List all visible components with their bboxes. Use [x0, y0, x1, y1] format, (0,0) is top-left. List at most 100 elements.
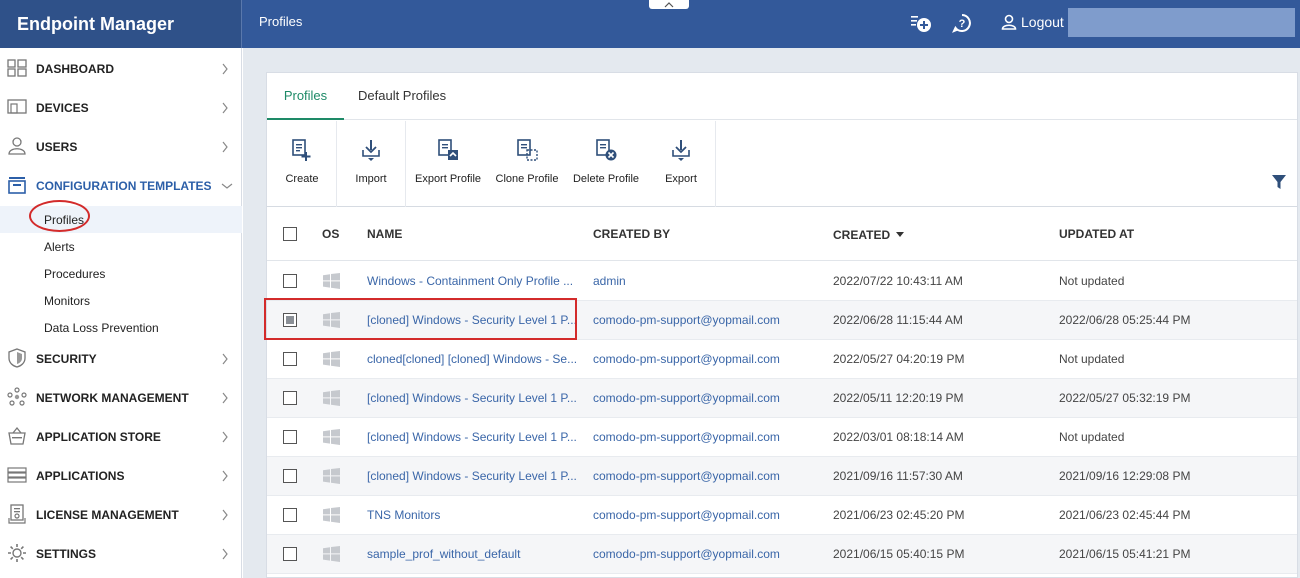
- sidebar-item-license-management[interactable]: LICENSE MANAGEMENT: [0, 495, 242, 534]
- tab-profiles[interactable]: Profiles: [267, 73, 344, 120]
- chevron-right-icon: [222, 353, 228, 365]
- row-checkbox[interactable]: [283, 430, 297, 444]
- chevron-right-icon: [222, 102, 228, 114]
- updated-date: 2021/09/16 12:29:08 PM: [1059, 469, 1191, 483]
- row-checkbox[interactable]: [283, 508, 297, 522]
- table-row[interactable]: TNS Monitors comodo-pm-support@yopmail.co…: [267, 496, 1297, 535]
- sidebar-subitem-monitors[interactable]: Monitors: [0, 287, 242, 314]
- created-by-link[interactable]: admin: [593, 262, 626, 300]
- clone-profile-button[interactable]: Clone Profile: [493, 121, 561, 207]
- sidebar-subitem-alerts[interactable]: Alerts: [0, 233, 242, 260]
- row-checkbox[interactable]: [283, 313, 297, 327]
- sidebar-item-application-store[interactable]: APPLICATION STORE: [0, 417, 242, 456]
- profile-name-link[interactable]: [cloned] Windows - Security Level 1 P...: [367, 301, 577, 339]
- chevron-right-icon: [222, 392, 228, 404]
- table-row[interactable]: [cloned] Windows - Security Level 1 P...…: [267, 457, 1297, 496]
- import-button[interactable]: Import: [346, 121, 396, 207]
- table-row[interactable]: sample_prof_without_default comodo-pm-sup…: [267, 535, 1297, 574]
- created-by-link[interactable]: comodo-pm-support@yopmail.com: [593, 379, 780, 417]
- updated-date: 2022/06/28 05:25:44 PM: [1059, 313, 1191, 327]
- table-row[interactable]: cloned[cloned] [cloned] Windows - Se... c…: [267, 340, 1297, 379]
- toolbar-divider: [336, 121, 337, 207]
- column-created-by[interactable]: CREATED BY: [593, 208, 670, 261]
- sidebar-item-label: CONFIGURATION TEMPLATES: [36, 178, 212, 193]
- sidebar-item-applications[interactable]: APPLICATIONS: [0, 456, 242, 495]
- export-button[interactable]: Export: [656, 121, 706, 207]
- export-profile-button[interactable]: Export Profile: [413, 121, 483, 207]
- toolbar-divider: [715, 121, 716, 207]
- column-updated-at[interactable]: UPDATED AT: [1059, 208, 1134, 261]
- users-icon: [7, 136, 27, 156]
- logout-button[interactable]: Logout: [1001, 0, 1064, 44]
- sidebar-item-security[interactable]: SECURITY: [0, 339, 242, 378]
- tab-default-profiles[interactable]: Default Profiles: [358, 73, 446, 120]
- created-date: 2022/03/01 08:18:14 AM: [833, 430, 964, 444]
- row-checkbox[interactable]: [283, 391, 297, 405]
- license-icon: [7, 504, 27, 524]
- sidebar-subitem-profiles[interactable]: Profiles: [0, 206, 242, 233]
- collapse-header-button[interactable]: [649, 0, 689, 9]
- windows-icon: [323, 351, 340, 367]
- created-by-link[interactable]: comodo-pm-support@yopmail.com: [593, 301, 780, 339]
- table-row[interactable]: Windows - Containment Only Profile ... ad…: [267, 262, 1297, 301]
- row-checkbox[interactable]: [283, 274, 297, 288]
- sidebar-item-dashboard[interactable]: DASHBOARD: [0, 49, 242, 88]
- profile-name-link[interactable]: Windows - Containment Only Profile ...: [367, 262, 573, 300]
- profile-name-link[interactable]: sample_prof_without_default: [367, 535, 520, 573]
- row-checkbox[interactable]: [283, 547, 297, 561]
- add-notification-button[interactable]: [910, 12, 932, 34]
- select-all-checkbox[interactable]: [283, 227, 297, 241]
- row-checkbox[interactable]: [283, 469, 297, 483]
- sidebar-item-network-management[interactable]: NETWORK MANAGEMENT: [0, 378, 242, 417]
- app-title[interactable]: Endpoint Manager: [0, 0, 242, 48]
- column-name[interactable]: NAME: [367, 208, 402, 261]
- sidebar-item-users[interactable]: USERS: [0, 127, 242, 166]
- created-by-link[interactable]: comodo-pm-support@yopmail.com: [593, 340, 780, 378]
- table-row[interactable]: [cloned] Windows - Security Level 1 P...…: [267, 379, 1297, 418]
- notification-add-icon: [911, 16, 931, 32]
- sidebar-item-label: DEVICES: [36, 100, 89, 115]
- sidebar-item-label: APPLICATIONS: [36, 468, 125, 483]
- export-profile-icon: [436, 137, 460, 163]
- table-row[interactable]: [cloned] Windows - Security Level 1 P...…: [267, 418, 1297, 457]
- chevron-right-icon: [222, 509, 228, 521]
- store-icon: [7, 426, 27, 446]
- profile-name-link[interactable]: [cloned] Windows - Security Level 1 P...: [367, 457, 577, 495]
- logout-label: Logout: [1021, 14, 1064, 30]
- profile-name-link[interactable]: TNS Monitors: [367, 496, 440, 534]
- column-created-label: CREATED: [833, 227, 891, 242]
- export-profile-label: Export Profile: [414, 173, 482, 185]
- chevron-right-icon: [222, 63, 228, 75]
- sidebar-item-devices[interactable]: DEVICES: [0, 88, 242, 127]
- help-icon: ?: [952, 14, 971, 33]
- sidebar-item-label: NETWORK MANAGEMENT: [36, 390, 189, 405]
- profile-name-link[interactable]: cloned[cloned] [cloned] Windows - Se...: [367, 340, 577, 378]
- created-by-link[interactable]: comodo-pm-support@yopmail.com: [593, 535, 780, 573]
- sidebar-item-settings[interactable]: SETTINGS: [0, 534, 242, 573]
- profile-name-link[interactable]: [cloned] Windows - Security Level 1 P...: [367, 418, 577, 456]
- column-os[interactable]: OS: [322, 208, 339, 261]
- column-created[interactable]: CREATED: [833, 208, 905, 261]
- help-button[interactable]: ?: [951, 12, 973, 34]
- create-button[interactable]: Create: [277, 121, 327, 207]
- sidebar-subitem-data-loss-prevention[interactable]: Data Loss Prevention: [0, 314, 242, 341]
- filter-button[interactable]: [1271, 174, 1287, 193]
- sidebar-item-configuration-templates[interactable]: CONFIGURATION TEMPLATES: [0, 166, 242, 205]
- devices-icon: [7, 97, 27, 117]
- created-by-link[interactable]: comodo-pm-support@yopmail.com: [593, 418, 780, 456]
- create-label: Create: [285, 173, 319, 185]
- sidebar-subitem-procedures[interactable]: Procedures: [0, 260, 242, 287]
- created-by-link[interactable]: comodo-pm-support@yopmail.com: [593, 496, 780, 534]
- profile-name-link[interactable]: [cloned] Windows - Security Level 1 P...: [367, 379, 577, 417]
- network-icon: [7, 387, 27, 407]
- create-icon: [290, 137, 314, 163]
- created-date: 2022/05/11 12:20:19 PM: [833, 391, 964, 405]
- profiles-panel: Profiles Default Profiles Create Import …: [266, 72, 1298, 578]
- sidebar-item-label: SECURITY: [36, 351, 97, 366]
- created-by-link[interactable]: comodo-pm-support@yopmail.com: [593, 457, 780, 495]
- delete-profile-button[interactable]: Delete Profile: [571, 121, 641, 207]
- row-checkbox[interactable]: [283, 352, 297, 366]
- table-row[interactable]: [cloned] Windows - Security Level 1 P...…: [267, 301, 1297, 340]
- created-date: 2021/06/15 05:40:15 PM: [833, 547, 965, 561]
- user-name-field[interactable]: [1068, 8, 1295, 37]
